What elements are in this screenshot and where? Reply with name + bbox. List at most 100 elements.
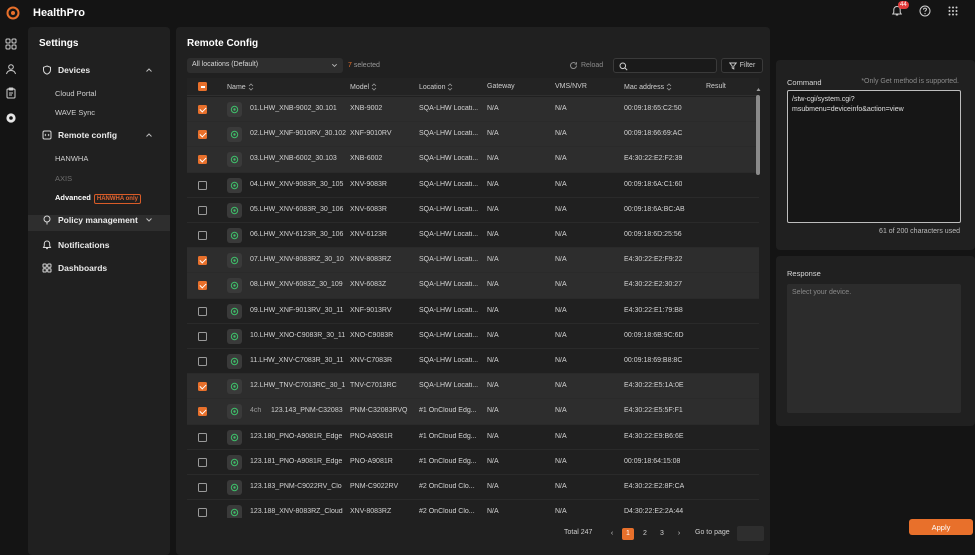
camera-device-icon bbox=[227, 228, 242, 243]
table-row[interactable]: 123.183_PNM-C9022RV_Clo PNM-C9022RV #2 OnC… bbox=[187, 475, 759, 501]
table-row[interactable]: 01.LHW_XNB-9002_30.101 XNB-9002 SQA-LHW Lo… bbox=[187, 97, 759, 123]
next-page-button[interactable]: › bbox=[673, 528, 685, 540]
row-checkbox[interactable] bbox=[198, 281, 207, 291]
row-checkbox[interactable] bbox=[198, 331, 207, 341]
col-location[interactable]: Location bbox=[419, 83, 453, 91]
table-row[interactable]: 02.LHW_XNF-9010RV_30.102 XNF-9010RV SQA-LH… bbox=[187, 122, 759, 148]
table-row[interactable]: 4ch 123.143_PNM-C32083 PNM-C32083RVQ #1 OnC… bbox=[187, 399, 759, 425]
nav-remote-config[interactable]: Remote config bbox=[42, 130, 117, 140]
col-mac[interactable]: Mac address bbox=[624, 83, 672, 91]
cell-mac: 00:09:18:66:69:AC bbox=[624, 130, 683, 138]
nav-dashboards[interactable]: Dashboards bbox=[42, 263, 107, 273]
help-button[interactable] bbox=[919, 5, 933, 19]
col-model[interactable]: Model bbox=[350, 83, 377, 91]
cell-location: SQA-LHW Locati... bbox=[419, 306, 479, 314]
selected-label: selected bbox=[353, 62, 380, 69]
row-checkbox[interactable] bbox=[198, 180, 207, 190]
cell-name: 02.LHW_XNF-9010RV_30.102 bbox=[250, 130, 346, 138]
clipboard-rail-icon[interactable] bbox=[5, 87, 17, 99]
command-note: *Only Get method is supported. bbox=[861, 78, 959, 85]
row-checkbox[interactable] bbox=[198, 256, 207, 266]
search-input[interactable] bbox=[613, 58, 717, 73]
table-row[interactable]: 03.LHW_XNB-6002_30.103 XNB-6002 SQA-LHW Lo… bbox=[187, 147, 759, 173]
nav-hanwha[interactable]: HANWHA bbox=[55, 154, 88, 163]
app-grid-button[interactable] bbox=[947, 5, 961, 19]
row-checkbox[interactable] bbox=[198, 483, 207, 492]
row-checkbox[interactable] bbox=[198, 382, 207, 392]
command-textarea[interactable]: /stw-cgi/system.cgi? msubmenu=deviceinfo… bbox=[787, 90, 961, 223]
row-checkbox[interactable] bbox=[198, 407, 207, 417]
settings-rail-icon[interactable] bbox=[5, 112, 17, 124]
table-row[interactable]: 04.LHW_XNV-9083R_30_105 XNV-9083R SQA-LHW … bbox=[187, 173, 759, 198]
cell-location: SQA-LHW Locati... bbox=[419, 256, 479, 264]
nav-devices[interactable]: Devices bbox=[42, 65, 90, 75]
camera-device-icon bbox=[227, 102, 242, 117]
table-scrollbar[interactable] bbox=[756, 87, 761, 515]
table-row[interactable]: 11.LHW_XNV-C7083R_30_11 XNV-C7083R SQA-LHW… bbox=[187, 349, 759, 375]
healthpro-logo-icon bbox=[6, 6, 20, 20]
cell-name: 123.188_XNV-8083RZ_Cloud bbox=[250, 508, 343, 516]
table-row[interactable]: 12.LHW_TNV-C7013RC_30_1 TNV-C7013RC SQA-LH… bbox=[187, 374, 759, 400]
table-row[interactable]: 123.181_PNO-A9081R_Edge PNO-A9081R #1 OnCl… bbox=[187, 450, 759, 475]
row-checkbox[interactable] bbox=[198, 130, 207, 140]
settings-sidebar: Settings Devices Cloud Portal WAVE Sync … bbox=[28, 27, 170, 555]
camera-device-icon bbox=[227, 404, 242, 420]
select-all-checkbox[interactable] bbox=[198, 82, 207, 91]
page-3-button[interactable]: 3 bbox=[656, 528, 668, 540]
row-checkbox[interactable] bbox=[198, 105, 207, 114]
col-location-label: Location bbox=[419, 83, 446, 91]
cell-location: SQA-LHW Locati... bbox=[419, 105, 479, 112]
table-row[interactable]: 08.LHW_XNV-6083Z_30_109 XNV-6083Z SQA-LHW … bbox=[187, 273, 759, 299]
nav-advanced[interactable]: Advanced HANWHA only bbox=[55, 193, 141, 204]
location-select[interactable]: All locations (Default) bbox=[187, 58, 343, 73]
table-row[interactable]: 05.LHW_XNV-6083R_30_106 XNV-6083R SQA-LHW … bbox=[187, 198, 759, 223]
row-checkbox[interactable] bbox=[198, 457, 207, 467]
nav-notifications-label: Notifications bbox=[58, 240, 110, 250]
col-vms: VMS/NVR bbox=[555, 83, 587, 90]
prev-page-button[interactable]: ‹ bbox=[606, 528, 618, 540]
nav-wave-sync[interactable]: WAVE Sync bbox=[55, 108, 95, 117]
cell-name: 123.183_PNM-C9022RV_Clo bbox=[250, 483, 342, 490]
cell-location: SQA-LHW Locati... bbox=[419, 357, 479, 364]
nav-policy-management[interactable]: Policy management bbox=[42, 215, 138, 225]
row-checkbox[interactable] bbox=[198, 231, 207, 240]
row-checkbox[interactable] bbox=[198, 508, 207, 518]
apply-button[interactable]: Apply bbox=[909, 519, 973, 535]
row-checkbox[interactable] bbox=[198, 432, 207, 442]
selected-number: 7 bbox=[348, 62, 352, 69]
reload-button[interactable]: Reload bbox=[569, 61, 603, 70]
scroll-up-icon[interactable] bbox=[756, 87, 761, 92]
col-name-label: Name bbox=[227, 83, 246, 91]
row-checkbox[interactable] bbox=[198, 306, 207, 316]
chevron-up-icon[interactable] bbox=[145, 66, 153, 74]
cell-vms: N/A bbox=[555, 382, 567, 390]
table-row[interactable]: 123.188_XNV-8083RZ_Cloud XNV-8083RZ #2 OnC… bbox=[187, 500, 759, 518]
remote-config-panel: Remote Config All locations (Default) 7 … bbox=[176, 27, 770, 555]
col-name[interactable]: Name bbox=[227, 83, 254, 91]
cell-model: XNV-8083RZ bbox=[350, 508, 392, 516]
table-row[interactable]: 06.LHW_XNV-6123R_30_106 XNV-6123R SQA-LHW … bbox=[187, 223, 759, 249]
row-checkbox[interactable] bbox=[198, 205, 207, 215]
table-row[interactable]: 07.LHW_XNV-8083RZ_30_10 XNV-8083RZ SQA-LHW… bbox=[187, 248, 759, 274]
nav-notifications[interactable]: Notifications bbox=[42, 240, 109, 250]
dashboard-rail-icon[interactable] bbox=[5, 38, 17, 50]
nav-axis[interactable]: AXIS bbox=[55, 174, 72, 183]
notifications-button[interactable]: 44 bbox=[891, 1, 909, 19]
row-checkbox[interactable] bbox=[198, 357, 207, 366]
goto-page-input[interactable] bbox=[737, 526, 764, 541]
row-checkbox[interactable] bbox=[198, 155, 207, 165]
page-1-button[interactable]: 1 bbox=[622, 528, 634, 540]
filter-button[interactable]: Filter bbox=[721, 58, 763, 73]
sort-icon bbox=[371, 83, 377, 91]
cell-model: PNO-A9081R bbox=[350, 432, 393, 440]
nav-cloud-portal[interactable]: Cloud Portal bbox=[55, 89, 96, 98]
chevron-up-icon[interactable] bbox=[145, 131, 153, 139]
table-row[interactable]: 10.LHW_XNO-C9083R_30_11 XNO-C9083R SQA-LHW… bbox=[187, 324, 759, 349]
table-row[interactable]: 123.180_PNO-A9081R_Edge PNO-A9081R #1 OnCl… bbox=[187, 425, 759, 450]
table-row[interactable]: 09.LHW_XNF-9013RV_30_11 XNF-9013RV SQA-LHW… bbox=[187, 299, 759, 324]
chevron-down-icon[interactable] bbox=[145, 216, 153, 224]
page-2-button[interactable]: 2 bbox=[639, 528, 651, 540]
char-counter: 61 of 200 characters used bbox=[879, 228, 960, 235]
scroll-thumb[interactable] bbox=[756, 95, 760, 175]
user-rail-icon[interactable] bbox=[5, 63, 17, 75]
